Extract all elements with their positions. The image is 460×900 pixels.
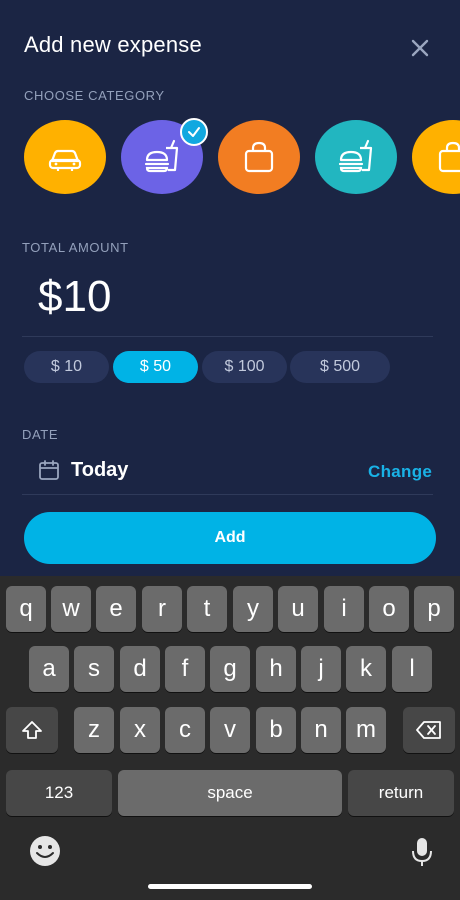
shopping-bag-icon [438,141,460,173]
dictation-button[interactable] [410,836,434,868]
car-icon [48,149,82,171]
amount-input[interactable]: $10 [38,272,111,322]
microphone-icon [412,838,432,866]
category-carousel[interactable] [24,118,460,198]
page-title: Add new expense [24,32,202,57]
date-divider [22,494,433,495]
close-icon [411,39,429,57]
key-e[interactable]: e [96,586,136,632]
category-car[interactable] [24,120,106,194]
backspace-key[interactable] [403,707,455,753]
amount-divider [22,336,433,337]
key-t[interactable]: t [187,586,227,632]
key-o[interactable]: o [369,586,409,632]
key-i[interactable]: i [324,586,364,632]
category-shopping-2[interactable] [412,120,460,194]
add-button[interactable]: Add [24,512,436,564]
change-date-link[interactable]: Change [368,462,432,482]
amount-preset-500[interactable]: $ 500 [290,351,390,383]
date-value: Today [71,459,129,481]
amount-preset-10[interactable]: $ 10 [24,351,109,383]
key-p[interactable]: p [414,586,454,632]
category-shopping[interactable] [218,120,300,194]
keyboard: q w e r t y u i o p a s d f g h j k l z … [0,576,460,900]
shopping-bag-icon [244,141,274,173]
category-section-label: CHOOSE CATEGORY [24,88,165,103]
shift-key[interactable] [6,707,58,753]
emoji-icon [30,836,60,866]
fast-food-icon [144,139,179,173]
key-u[interactable]: u [278,586,318,632]
key-h[interactable]: h [256,646,296,692]
emoji-button[interactable] [28,834,62,868]
key-z[interactable]: z [74,707,114,753]
key-d[interactable]: d [120,646,160,692]
key-l[interactable]: l [392,646,432,692]
amount-preset-100[interactable]: $ 100 [202,351,287,383]
key-s[interactable]: s [74,646,114,692]
key-a[interactable]: a [29,646,69,692]
key-k[interactable]: k [346,646,386,692]
amount-preset-50[interactable]: $ 50 [113,351,198,383]
key-y[interactable]: y [233,586,273,632]
key-w[interactable]: w [51,586,91,632]
return-key[interactable]: return [348,770,454,816]
calendar-icon [39,460,59,480]
checkmark-icon [188,127,200,137]
key-g[interactable]: g [210,646,250,692]
key-x[interactable]: x [120,707,160,753]
key-c[interactable]: c [165,707,205,753]
key-j[interactable]: j [301,646,341,692]
numbers-key[interactable]: 123 [6,770,112,816]
space-key[interactable]: space [118,770,342,816]
key-q[interactable]: q [6,586,46,632]
category-food-2[interactable] [315,120,397,194]
key-b[interactable]: b [256,707,296,753]
key-v[interactable]: v [210,707,250,753]
key-f[interactable]: f [165,646,205,692]
fast-food-icon [338,139,373,173]
shift-icon [22,721,42,739]
key-m[interactable]: m [346,707,386,753]
backspace-icon [416,721,441,739]
close-button[interactable] [406,34,434,62]
amount-section-label: TOTAL AMOUNT [22,240,129,255]
key-n[interactable]: n [301,707,341,753]
key-r[interactable]: r [142,586,182,632]
home-indicator [148,884,312,889]
date-section-label: DATE [22,427,59,442]
selected-check-badge [180,118,208,146]
